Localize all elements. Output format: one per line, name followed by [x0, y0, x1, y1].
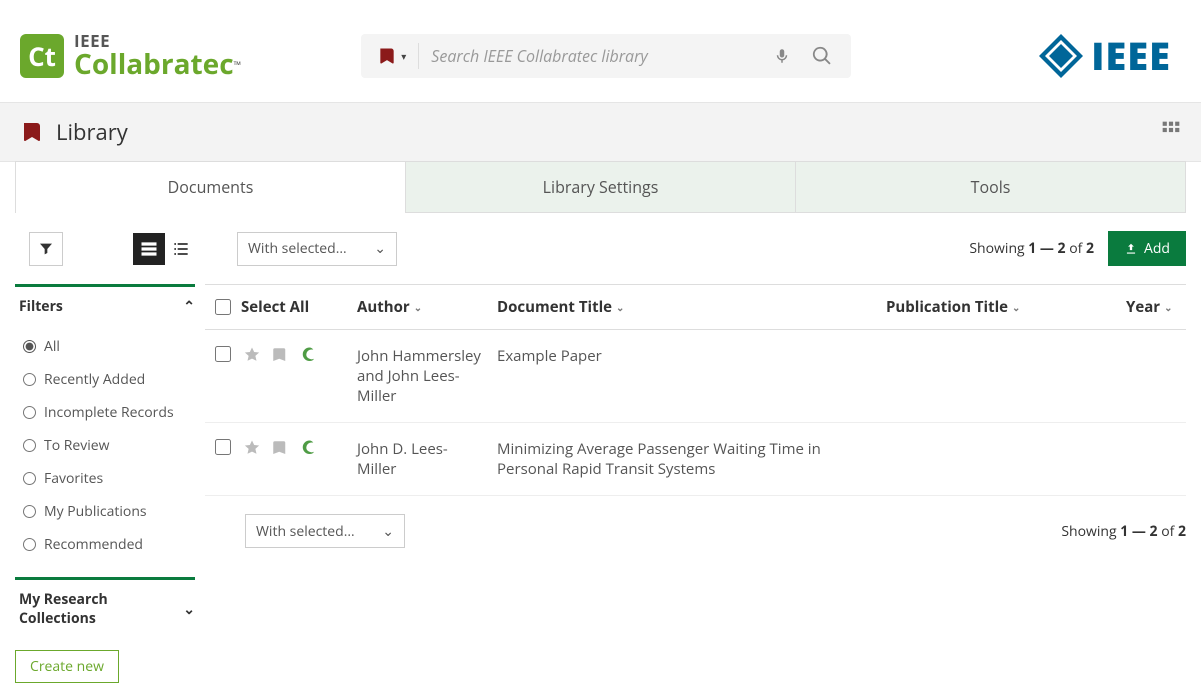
showing-count-bottom: Showing 1 — 2 of 2 — [1061, 522, 1186, 541]
filter-toggle-button[interactable] — [29, 232, 63, 266]
ieee-logo[interactable]: IEEE — [1037, 30, 1171, 82]
book-icon[interactable] — [271, 346, 289, 364]
page-title: Library — [20, 117, 128, 147]
tab-documents[interactable]: Documents — [15, 161, 406, 213]
ieee-text: IEEE — [1091, 30, 1171, 82]
row-author: John Hammersley and John Lees-Miller — [357, 346, 497, 406]
filters-list: All Recently Added Incomplete Records To… — [15, 326, 195, 577]
book-icon[interactable] — [271, 439, 289, 457]
column-year[interactable]: Year⌄ — [1126, 297, 1186, 317]
row-checkbox[interactable] — [215, 346, 231, 362]
row-title[interactable]: Minimizing Average Passenger Waiting Tim… — [497, 439, 886, 479]
content: Filters ⌃ All Recently Added Incomplete … — [15, 284, 1186, 683]
caret-down-icon: ▾ — [401, 49, 406, 63]
tab-library-settings[interactable]: Library Settings — [406, 161, 796, 213]
search-bar: ▾ — [361, 34, 851, 78]
row-checkbox[interactable] — [215, 439, 231, 455]
search-input[interactable] — [419, 45, 763, 67]
microphone-icon[interactable] — [763, 47, 801, 65]
filters-panel-header[interactable]: Filters ⌃ — [15, 284, 195, 326]
filter-all[interactable]: All — [23, 330, 195, 363]
caret-down-icon: ⌄ — [382, 522, 394, 541]
star-icon[interactable] — [243, 346, 261, 364]
table-footer: With selected… ⌄ Showing 1 — 2 of 2 — [205, 496, 1186, 566]
row-year — [1126, 346, 1186, 406]
view-list-button[interactable] — [165, 233, 197, 265]
chevron-up-icon: ⌃ — [183, 297, 195, 316]
upload-icon — [1124, 242, 1138, 256]
document-table: Select All Author⌄ Document Title⌄ Publi… — [205, 284, 1186, 683]
row-title[interactable]: Example Paper — [497, 346, 886, 406]
toolbar: With selected… ⌄ Showing 1 — 2 of 2 Add — [15, 213, 1186, 284]
collabratec-mark-icon: Ct — [20, 34, 64, 78]
sidebar: Filters ⌃ All Recently Added Incomplete … — [15, 284, 205, 683]
collabratec-logo[interactable]: Ct IEEE Collabratec™ — [20, 32, 241, 79]
page-band: Library — [0, 102, 1201, 162]
filter-to-review[interactable]: To Review — [23, 429, 195, 462]
with-selected-dropdown[interactable]: With selected… ⌄ — [237, 232, 397, 266]
column-author[interactable]: Author⌄ — [357, 297, 497, 317]
table-row[interactable]: John D. Lees-Miller Minimizing Average P… — [205, 423, 1186, 496]
create-new-collection-button[interactable]: Create new — [15, 650, 119, 683]
logo-collabratec-text: Collabratec™ — [74, 50, 241, 79]
with-selected-dropdown-bottom[interactable]: With selected… ⌄ — [245, 514, 405, 548]
top-header: Ct IEEE Collabratec™ ▾ IEEE — [0, 0, 1201, 102]
collabratec-logotype: IEEE Collabratec™ — [74, 32, 241, 79]
funnel-icon — [38, 241, 54, 257]
caret-down-icon: ⌄ — [374, 239, 386, 258]
add-button[interactable]: Add — [1108, 231, 1186, 266]
showing-count: Showing 1 — 2 of 2 — [969, 239, 1094, 258]
row-author: John D. Lees-Miller — [357, 439, 497, 479]
filter-incomplete-records[interactable]: Incomplete Records — [23, 396, 195, 429]
overleaf-icon[interactable] — [299, 346, 317, 364]
table-row[interactable]: John Hammersley and John Lees-Miller Exa… — [205, 330, 1186, 423]
chevron-down-icon: ⌄ — [183, 600, 195, 619]
column-select-all[interactable]: Select All — [241, 297, 357, 317]
tabs: Documents Library Settings Tools — [15, 161, 1186, 213]
library-icon — [20, 120, 44, 144]
filter-my-publications[interactable]: My Publications — [23, 495, 195, 528]
page-body: Documents Library Settings Tools With se… — [0, 161, 1201, 683]
row-year — [1126, 439, 1186, 479]
search-icon[interactable] — [801, 45, 843, 67]
view-table-button[interactable] — [133, 233, 165, 265]
grid-icon[interactable] — [1161, 120, 1181, 145]
filter-recently-added[interactable]: Recently Added — [23, 363, 195, 396]
table-icon — [139, 239, 159, 259]
filter-favorites[interactable]: Favorites — [23, 462, 195, 495]
tab-tools[interactable]: Tools — [796, 161, 1186, 213]
list-icon — [171, 239, 191, 259]
collections-panel-header[interactable]: My Research Collections ⌄ — [15, 577, 195, 638]
row-publication — [886, 346, 1126, 406]
table-header: Select All Author⌄ Document Title⌄ Publi… — [205, 284, 1186, 330]
star-icon[interactable] — [243, 439, 261, 457]
column-publication-title[interactable]: Publication Title⌄ — [886, 297, 1126, 317]
row-publication — [886, 439, 1126, 479]
book-icon — [377, 46, 397, 66]
view-toggle — [133, 233, 197, 265]
select-all-checkbox[interactable] — [215, 299, 231, 315]
filter-recommended[interactable]: Recommended — [23, 528, 195, 561]
search-scope-dropdown[interactable]: ▾ — [369, 46, 418, 66]
column-document-title[interactable]: Document Title⌄ — [497, 297, 886, 317]
ieee-diamond-icon — [1037, 32, 1085, 80]
overleaf-icon[interactable] — [299, 439, 317, 457]
